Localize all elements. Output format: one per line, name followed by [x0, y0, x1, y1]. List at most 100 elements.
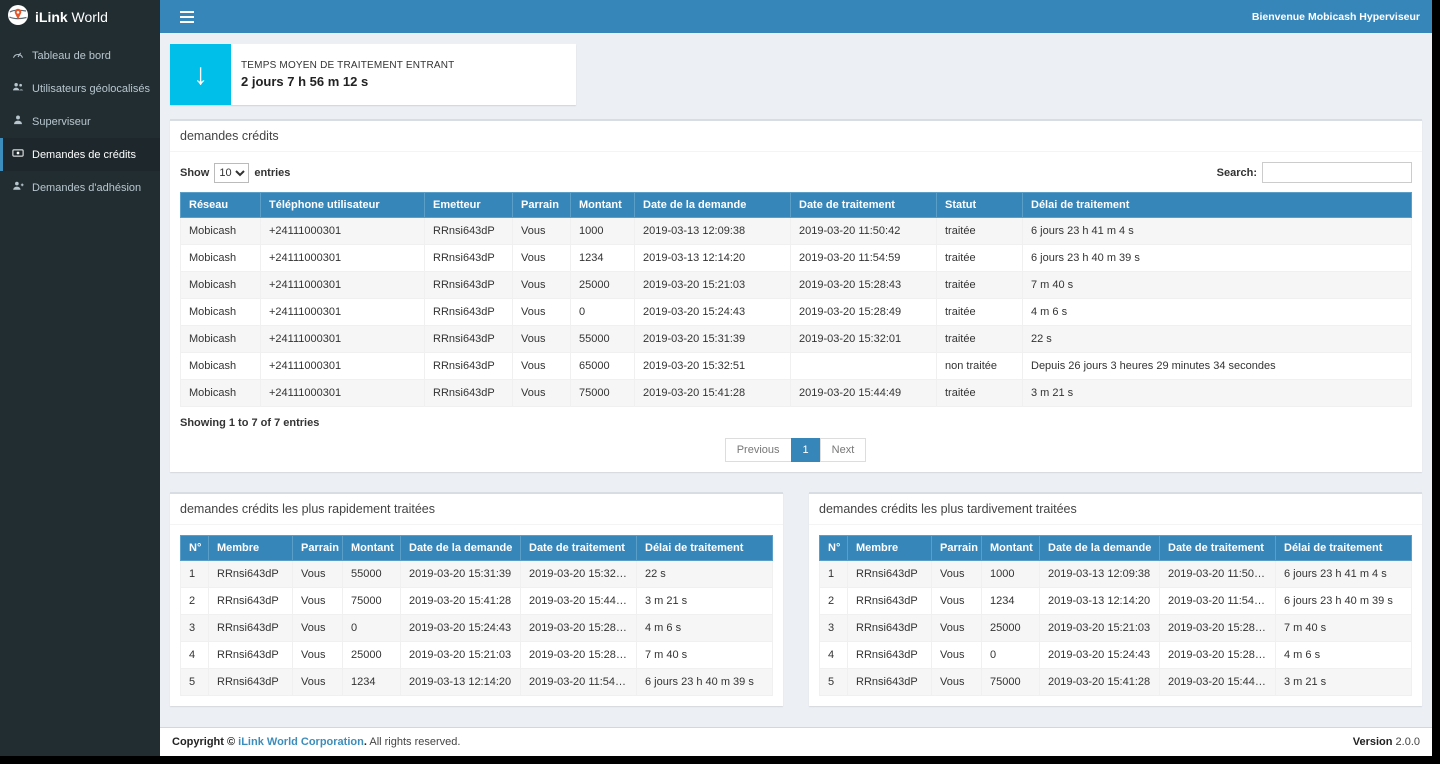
table-cell: 2019-03-20 15:32:51 [635, 353, 791, 380]
show-label: Show [180, 167, 209, 179]
sidebar-item-demandes-de-credits[interactable]: Demandes de crédits [0, 138, 160, 171]
table-cell: 2019-03-13 12:09:38 [635, 218, 791, 245]
table-summary: Showing 1 to 7 of 7 entries [180, 417, 1412, 429]
table-cell: Depuis 26 jours 3 heures 29 minutes 34 s… [1023, 353, 1412, 380]
sidebar-item-superviseur[interactable]: Superviseur [0, 105, 160, 138]
column-header[interactable]: Montant [571, 193, 635, 218]
table-cell: 7 m 40 s [637, 642, 773, 669]
panel-title: demandes crédits [170, 121, 1422, 152]
table-cell: 1 [820, 561, 848, 588]
table-cell: 2019-03-20 15:31:39 [401, 561, 521, 588]
company-link[interactable]: iLink World Corporation [238, 736, 364, 748]
column-header: Membre [848, 536, 932, 561]
hamburger-menu-icon[interactable] [172, 0, 202, 33]
info-box-content: TEMPS MOYEN DE TRAITEMENT ENTRANT 2 jour… [231, 44, 464, 105]
column-header[interactable]: Date de traitement [791, 193, 937, 218]
table-row: 3RRnsi643dPVous02019-03-20 15:24:432019-… [181, 615, 773, 642]
dashboard-icon [12, 48, 24, 63]
table-cell: traitée [937, 245, 1023, 272]
table-cell: 4 m 6 s [1023, 299, 1412, 326]
table-cell: RRnsi643dP [848, 561, 932, 588]
table-cell: 3 [820, 615, 848, 642]
column-header[interactable]: Réseau [181, 193, 261, 218]
table-cell: Vous [932, 669, 982, 696]
table-cell: RRnsi643dP [425, 218, 513, 245]
table-cell: 2019-03-20 15:44:49 [521, 588, 637, 615]
page-length-select[interactable]: 10 [214, 163, 249, 183]
membership-icon [12, 180, 24, 195]
table-cell: traitée [937, 299, 1023, 326]
table-cell: 2019-03-13 12:14:20 [1040, 588, 1160, 615]
table-cell: Vous [513, 218, 571, 245]
table-cell: 0 [571, 299, 635, 326]
column-header[interactable]: Statut [937, 193, 1023, 218]
sidebar-item-tableau-de-bord[interactable]: Tableau de bord [0, 39, 160, 72]
main-area: ↓ TEMPS MOYEN DE TRAITEMENT ENTRANT 2 jo… [160, 33, 1432, 727]
table-cell: 2019-03-20 15:41:28 [401, 588, 521, 615]
table-cell: 2019-03-20 15:24:43 [1040, 642, 1160, 669]
table-row: 3RRnsi643dPVous250002019-03-20 15:21:032… [820, 615, 1412, 642]
table-cell: 1234 [571, 245, 635, 272]
table-cell: 2019-03-20 15:24:43 [635, 299, 791, 326]
table-cell: Vous [513, 353, 571, 380]
table-cell: 1 [181, 561, 209, 588]
table-row: 2RRnsi643dPVous750002019-03-20 15:41:282… [181, 588, 773, 615]
sidebar-item-label: Utilisateurs géolocalisés [32, 83, 150, 95]
table-cell: 55000 [343, 561, 401, 588]
table-cell [791, 353, 937, 380]
table-cell: 1000 [571, 218, 635, 245]
sidebar-item-label: Superviseur [32, 116, 91, 128]
header-row: N°MembreParrainMontantDate de la demande… [181, 536, 773, 561]
table-cell: 4 [181, 642, 209, 669]
info-box-temps-moyen: ↓ TEMPS MOYEN DE TRAITEMENT ENTRANT 2 jo… [170, 44, 576, 105]
table-cell: traitée [937, 218, 1023, 245]
table-cell: Mobicash [181, 218, 261, 245]
search-input[interactable] [1262, 162, 1412, 183]
column-header: Délai de traitement [1276, 536, 1412, 561]
panel-fastest-treated: demandes crédits les plus rapidement tra… [170, 492, 783, 706]
sidebar-item-label: Demandes de crédits [32, 149, 136, 161]
users-geo-icon [12, 81, 24, 96]
arrow-down-icon: ↓ [170, 44, 231, 105]
table-cell: 7 m 40 s [1023, 272, 1412, 299]
table-cell: 5 [181, 669, 209, 696]
table-cell: Mobicash [181, 245, 261, 272]
table-cell: +24111000301 [261, 326, 425, 353]
column-header[interactable]: Téléphone utilisateur [261, 193, 425, 218]
pagination-next-button[interactable]: Next [820, 438, 867, 462]
column-header[interactable]: Date de la demande [635, 193, 791, 218]
table-cell: RRnsi643dP [425, 299, 513, 326]
table-cell: RRnsi643dP [425, 272, 513, 299]
app-window: iLink World Bienvenue Mobicash Hypervise… [0, 0, 1432, 756]
table-cell: RRnsi643dP [425, 245, 513, 272]
table-cell: Mobicash [181, 380, 261, 407]
table-cell: 3 m 21 s [1276, 669, 1412, 696]
column-header[interactable]: Délai de traitement [1023, 193, 1412, 218]
table-cell: 2019-03-20 15:28:49 [521, 615, 637, 642]
table-cell: 55000 [571, 326, 635, 353]
table-cell: 1234 [982, 588, 1040, 615]
table-cell: 75000 [571, 380, 635, 407]
table-cell: 22 s [637, 561, 773, 588]
table-cell: +24111000301 [261, 380, 425, 407]
table-cell: 2019-03-20 11:50:42 [1160, 561, 1276, 588]
sidebar-item-label: Demandes d'adhésion [32, 182, 141, 194]
column-header[interactable]: Parrain [513, 193, 571, 218]
app-logo[interactable]: iLink World [0, 0, 160, 33]
column-header[interactable]: Emetteur [425, 193, 513, 218]
sidebar-item-demandes-adhesion[interactable]: Demandes d'adhésion [0, 171, 160, 204]
table-cell: Mobicash [181, 353, 261, 380]
table-cell: 5 [820, 669, 848, 696]
table-cell: 2019-03-20 15:32:01 [521, 561, 637, 588]
version-text: Version 2.0.0 [1353, 736, 1420, 748]
table-cell: 2 [181, 588, 209, 615]
table-cell: 6 jours 23 h 40 m 39 s [1276, 588, 1412, 615]
pagination-previous-button[interactable]: Previous [725, 438, 792, 462]
table-cell: 6 jours 23 h 40 m 39 s [1023, 245, 1412, 272]
footer: Copyright © iLink World Corporation. All… [160, 727, 1432, 756]
pagination-page-1-button[interactable]: 1 [791, 438, 821, 462]
sidebar-item-utilisateurs-geolocalises[interactable]: Utilisateurs géolocalisés [0, 72, 160, 105]
table-cell: 2019-03-20 15:28:49 [1160, 642, 1276, 669]
table-cell: Vous [932, 642, 982, 669]
table-cell: Vous [293, 588, 343, 615]
